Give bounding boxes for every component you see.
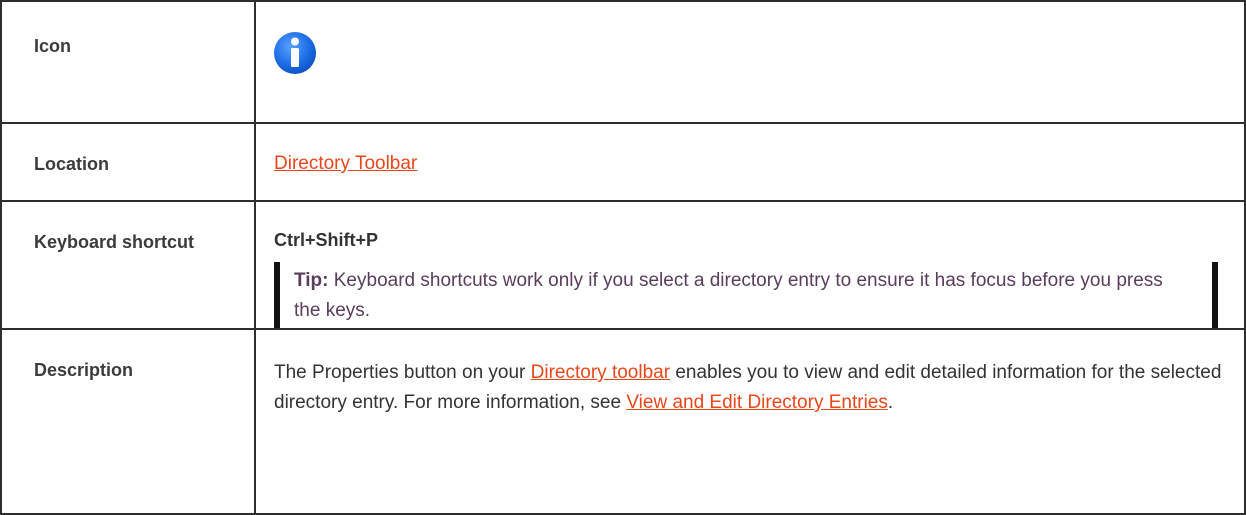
keyboard-shortcut-keys: Ctrl+Shift+P	[274, 230, 379, 250]
view-edit-directory-entries-link[interactable]: View and Edit Directory Entries	[626, 392, 888, 413]
tip-label: Tip:	[294, 270, 329, 291]
tip-box: Tip: Keyboard shortcuts work only if you…	[274, 262, 1218, 328]
tip-text: Keyboard shortcuts work only if you sele…	[294, 270, 1163, 321]
directory-toolbar-link[interactable]: Directory Toolbar	[274, 153, 417, 174]
icon-row: Icon	[0, 0, 1246, 124]
description-text-before: The Properties button on your	[274, 362, 531, 383]
shortcut-row-value: Ctrl+Shift+P Tip: Keyboard shortcuts wor…	[254, 200, 1246, 330]
description-row-value: The Properties button on your Directory …	[254, 328, 1246, 515]
location-row-value: Directory Toolbar	[254, 122, 1246, 202]
shortcut-row: Keyboard shortcut Ctrl+Shift+P Tip: Keyb…	[0, 200, 1246, 330]
shortcut-row-label: Keyboard shortcut	[0, 200, 256, 330]
icon-row-value	[254, 0, 1246, 124]
info-icon	[274, 32, 316, 74]
properties-info-table: Icon Location Directory Toolbar Keyboard…	[0, 0, 1246, 515]
icon-row-label: Icon	[0, 0, 256, 124]
directory-toolbar-inline-link[interactable]: Directory toolbar	[531, 362, 670, 383]
location-row: Location Directory Toolbar	[0, 122, 1246, 202]
description-row: Description The Properties button on you…	[0, 328, 1246, 515]
location-row-label: Location	[0, 122, 256, 202]
description-text-after: .	[887, 392, 894, 413]
description-row-label: Description	[0, 328, 256, 515]
